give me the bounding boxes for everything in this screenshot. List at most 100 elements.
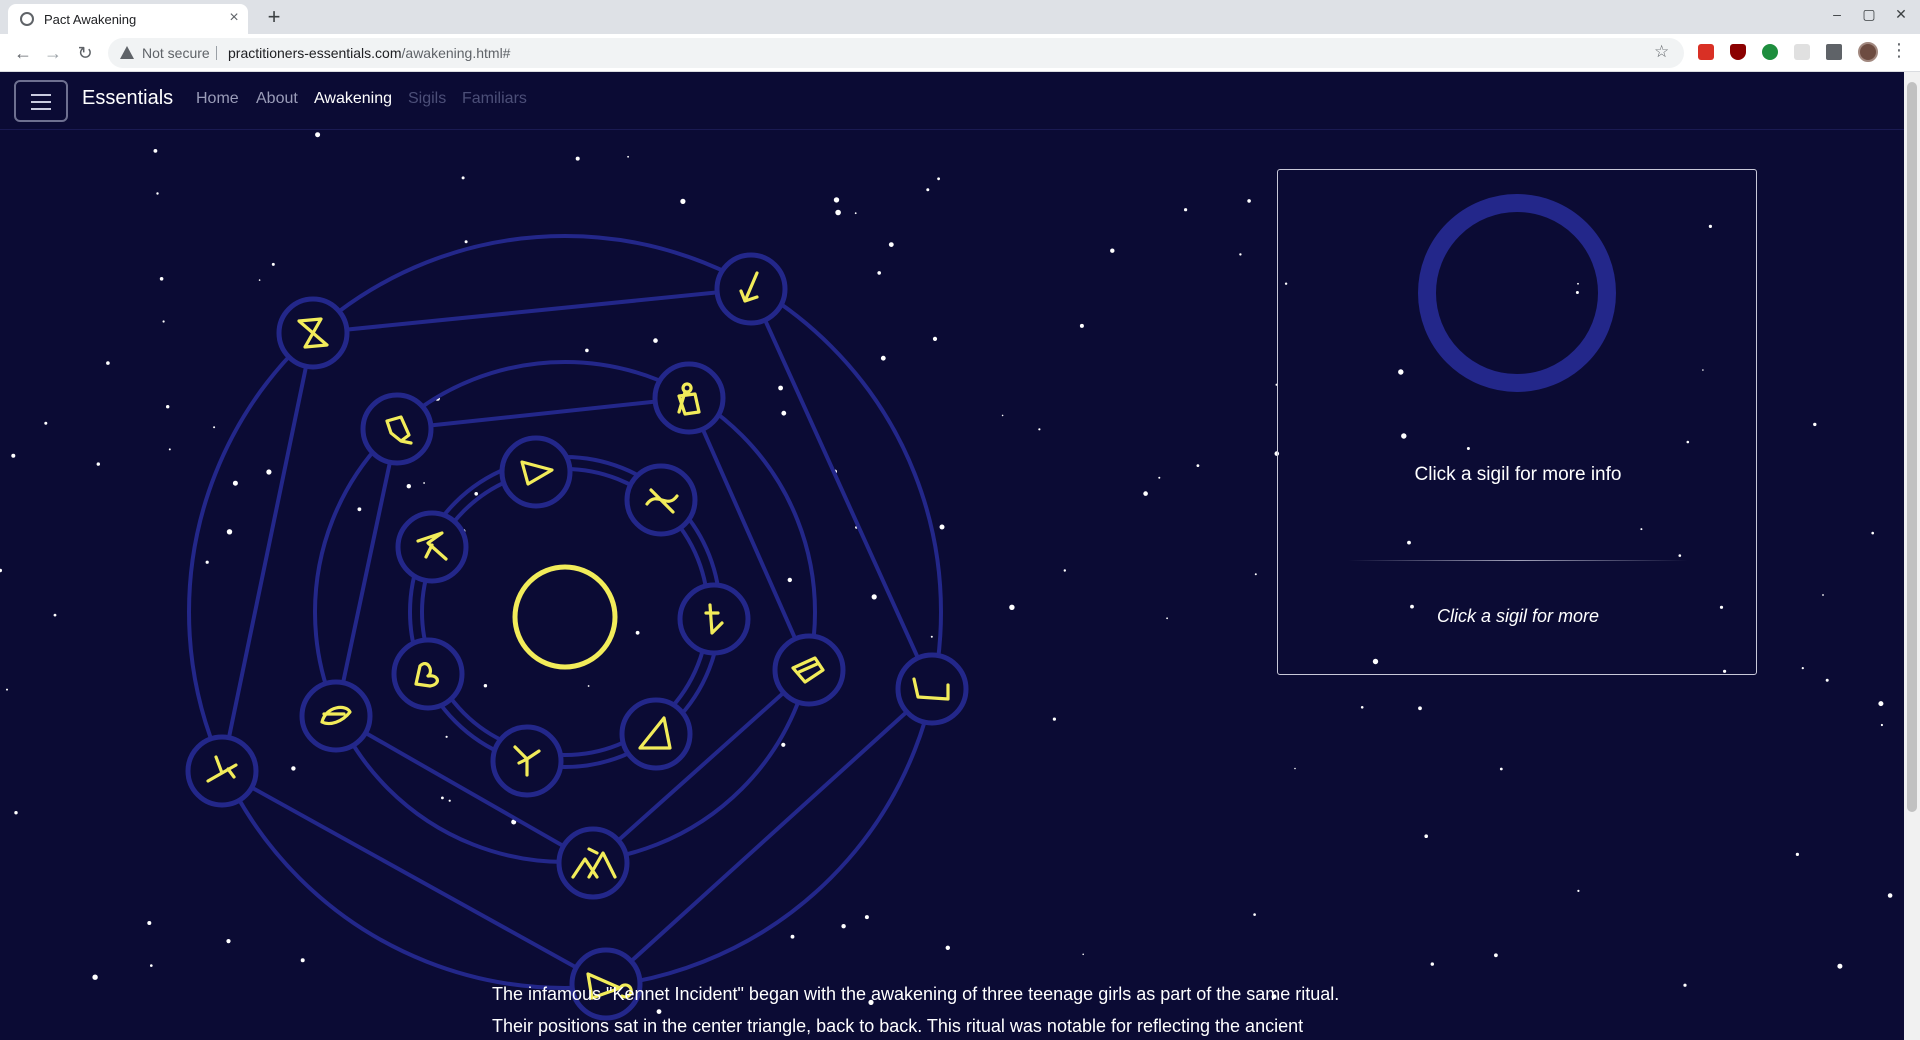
close-tab-icon[interactable]: ×: [224, 8, 244, 28]
star-dot: [1795, 852, 1799, 857]
heart-sigil-icon[interactable]: [391, 637, 465, 711]
page-viewport: Essentials Home About Awakening Sigils F…: [0, 72, 1904, 1040]
bookmark-star-icon[interactable]: ☆: [1654, 42, 1669, 62]
star-dot: [1424, 834, 1428, 838]
hamburger-line: [31, 94, 51, 96]
hamburger-line: [31, 101, 51, 103]
nav-link-about[interactable]: About: [256, 90, 298, 108]
book-sigil-icon[interactable]: [772, 633, 846, 707]
star-dot: [1880, 723, 1883, 727]
arrow-sigil-icon[interactable]: [714, 252, 788, 326]
omnibox-divider: [216, 46, 217, 60]
star-dot: [1158, 476, 1161, 479]
story-line: Their positions sat in the center triang…: [492, 1016, 1304, 1036]
site-navbar: Essentials Home About Awakening Sigils F…: [0, 72, 1904, 130]
sigil-node-ring: [556, 826, 630, 900]
branch-sigil-icon[interactable]: [185, 734, 259, 808]
leaf-sigil-icon[interactable]: [299, 679, 373, 753]
star-dot: [1801, 667, 1804, 670]
warning-icon: [120, 46, 134, 59]
reload-icon[interactable]: ↻: [72, 41, 98, 65]
hourglass-sigil-icon[interactable]: [276, 296, 350, 370]
wave-sigil-icon[interactable]: [624, 463, 698, 537]
star-dot: [1184, 208, 1188, 212]
star-dot: [1878, 701, 1884, 707]
sigil-node-ring: [619, 697, 693, 771]
star-dot: [1837, 963, 1843, 969]
restore-icon[interactable]: ▢: [1854, 6, 1884, 23]
star-dot: [1239, 253, 1242, 256]
star-dot: [1825, 678, 1829, 682]
star-dot: [1196, 464, 1200, 467]
down-arrow-sigil-icon[interactable]: [677, 582, 751, 656]
more-menu-icon[interactable]: ⋮: [1890, 40, 1908, 61]
nav-link-familiars: Familiars: [462, 90, 527, 107]
extension-red-icon[interactable]: [1698, 44, 1714, 60]
sigil-node-ring: [772, 633, 846, 707]
star-dot: [1143, 491, 1148, 496]
gear-extension-icon[interactable]: [1762, 44, 1778, 60]
close-window-icon[interactable]: ✕: [1886, 6, 1916, 23]
url-text[interactable]: practitioners-essentials.com/awakening.h…: [228, 45, 510, 61]
globe-icon: [20, 12, 34, 26]
star-dot: [1254, 573, 1257, 576]
kite-sigil-icon[interactable]: [360, 392, 434, 466]
info-title: Click a sigil for more info: [1414, 464, 1622, 485]
scrollbar-thumb[interactable]: [1907, 82, 1917, 812]
star-dot: [1887, 893, 1893, 898]
star-dot: [1166, 617, 1168, 620]
back-icon[interactable]: ←: [10, 41, 36, 65]
star-dot: [1430, 962, 1435, 966]
url-path: /awakening.html#: [401, 45, 511, 61]
nav-link-awakening[interactable]: Awakening: [314, 90, 392, 108]
star-dot: [1683, 983, 1687, 987]
sigil-node-ring: [677, 582, 751, 656]
star-dot: [1001, 414, 1004, 417]
page-scrollbar[interactable]: [1904, 72, 1920, 1040]
sigil-preview-ring: [1418, 194, 1616, 392]
delta-sigil-icon[interactable]: [619, 697, 693, 771]
figure-sigil-icon[interactable]: [652, 361, 726, 435]
menu-toggle-button[interactable]: [14, 80, 68, 122]
mountain-sigil-icon[interactable]: [556, 826, 630, 900]
address-bar[interactable]: Not secure practitioners-essentials.com/…: [108, 38, 1684, 68]
sigil-node-ring: [499, 435, 573, 509]
star-dot: [1110, 248, 1115, 253]
profile-avatar[interactable]: [1858, 42, 1878, 62]
security-label[interactable]: Not secure: [142, 45, 210, 61]
nav-link-home[interactable]: Home: [196, 90, 239, 108]
star-dot: [315, 132, 321, 138]
minimize-icon[interactable]: –: [1822, 6, 1852, 22]
triangle-sigil-icon[interactable]: [499, 435, 573, 509]
puzzle-icon[interactable]: [1826, 44, 1842, 60]
caret-sigil-icon[interactable]: [395, 510, 469, 584]
site-brand[interactable]: Essentials: [82, 87, 173, 110]
browser-tab-strip: Pact Awakening × + – ▢ ✕: [0, 0, 1920, 34]
sigil-node-ring: [360, 392, 434, 466]
ritual-diagram: [185, 234, 969, 1021]
story-text: The infamous "Kennet Incident" began wit…: [492, 978, 1412, 1040]
bowl-sigil-icon[interactable]: [895, 652, 969, 726]
star-dot: [1871, 531, 1874, 535]
star-dot: [1494, 953, 1498, 958]
star-dot: [1253, 913, 1256, 916]
star-dot: [1360, 706, 1364, 709]
sigil-node-ring: [652, 361, 726, 435]
fork-sigil-icon[interactable]: [490, 724, 564, 798]
browser-tab[interactable]: Pact Awakening ×: [8, 4, 248, 34]
circle-sigil-icon[interactable]: [512, 564, 618, 670]
star-dot: [1577, 889, 1580, 893]
info-description: Click a sigil for more: [1436, 606, 1600, 626]
shield-extension-icon[interactable]: [1730, 44, 1746, 60]
new-tab-button[interactable]: +: [260, 4, 288, 32]
star-dot: [1499, 767, 1503, 771]
star-dot: [1418, 706, 1422, 711]
browser-toolbar: ← → ↻ Not secure practitioners-essential…: [0, 34, 1920, 72]
nav-link-sigils: Sigils: [408, 90, 447, 107]
sigil-info-card: Click a sigil for more info Click a sigi…: [1277, 169, 1757, 675]
star-dot: [1813, 422, 1817, 427]
extension-grey-icon[interactable]: [1794, 44, 1810, 60]
hamburger-line: [31, 108, 51, 110]
forward-icon[interactable]: →: [40, 41, 66, 65]
star-dot: [1822, 594, 1824, 596]
